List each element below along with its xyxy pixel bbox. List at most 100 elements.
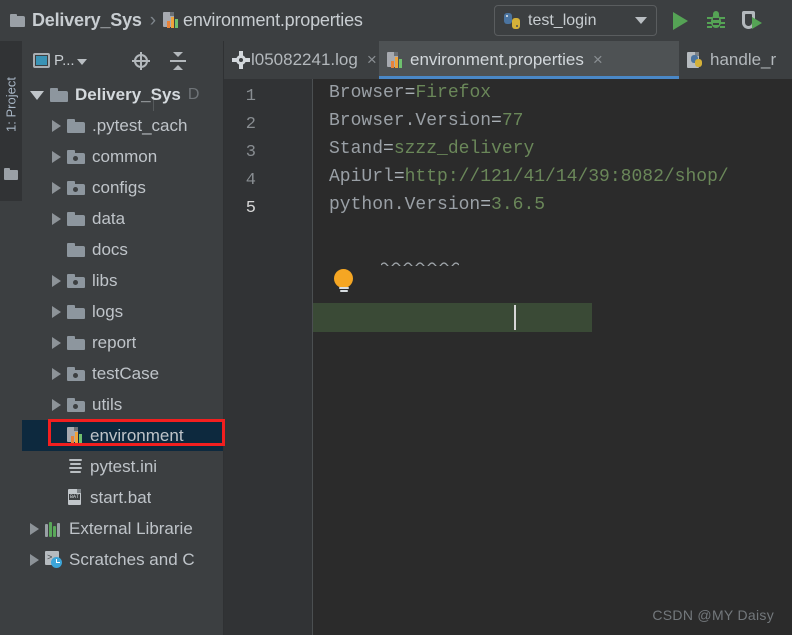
tree-item-delivery-sys[interactable]: Delivery_Sys D [22, 79, 224, 110]
tool-window-strip: 1: Project [0, 41, 22, 635]
ini-file-icon [67, 458, 84, 475]
editor-tab-l05082241-log[interactable]: l05082241.log × [224, 41, 404, 79]
tree-item-start-bat[interactable]: BAT start.bat [22, 482, 224, 513]
chevron-right-icon[interactable] [52, 181, 61, 194]
chevron-right-icon[interactable] [30, 522, 39, 535]
package-folder-icon [67, 149, 85, 164]
project-tree: Delivery_Sys D .pytest_cach common configs da… [22, 79, 224, 635]
breadcrumb-file[interactable]: environment.properties [183, 10, 363, 31]
tree-item-label: docs [92, 239, 128, 259]
tree-item-label: logs [92, 301, 124, 321]
chevron-right-icon[interactable] [52, 367, 61, 380]
tree-item-testcase[interactable]: testCase [22, 358, 224, 389]
chevron-right-icon[interactable] [30, 553, 39, 566]
line-number: 4 [245, 171, 256, 190]
tree-item-utils[interactable]: utils [22, 389, 224, 420]
folder-icon [67, 335, 85, 350]
property-value: Firefox [415, 83, 492, 103]
property-equals: = [491, 111, 502, 131]
tree-item-pytest-cach[interactable]: .pytest_cach [22, 110, 224, 141]
property-key: ApiUrl [329, 167, 394, 187]
property-equals: = [480, 195, 492, 215]
property-equals: = [404, 83, 416, 103]
folder-icon [67, 242, 85, 257]
property-key: Browser.Version [329, 111, 492, 131]
property-equals: = [393, 167, 405, 187]
chevron-down-icon [635, 17, 647, 24]
text-caret [514, 305, 516, 330]
tree-item-libs[interactable]: libs [22, 265, 224, 296]
editor-tab-label: l05082241.log [251, 50, 358, 69]
properties-file-icon [67, 427, 84, 444]
run-configuration-label: test_login [528, 11, 597, 29]
breadcrumb: Delivery_Sys › environment.properties [10, 10, 363, 32]
watermark: CSDN @MY Daisy [652, 607, 774, 623]
tree-item-label: testCase [92, 363, 160, 383]
folder-icon[interactable] [4, 168, 18, 180]
code-editor[interactable]: Browser=Firefox Browser.Version=77 Stand=s… [313, 79, 792, 635]
property-equals: = [383, 139, 394, 159]
debug-button[interactable] [704, 9, 728, 33]
editor-tab-environment-properties[interactable]: environment.properties × [379, 41, 679, 79]
chevron-down-icon[interactable] [30, 91, 44, 100]
tree-item-label: environment [90, 425, 184, 445]
spellcheck-squiggle [381, 262, 459, 266]
chevron-right-icon[interactable] [52, 150, 61, 163]
tree-item-environment[interactable]: environment [22, 420, 224, 451]
tree-item-label: start.bat [90, 487, 152, 507]
lightbulb-icon[interactable] [334, 269, 355, 294]
python-file-icon [687, 51, 704, 69]
tree-item-common[interactable]: common [22, 141, 224, 172]
tree-item-logs[interactable]: logs [22, 296, 224, 327]
pycharm-window: Delivery_Sys › environment.properties te… [0, 0, 792, 635]
folder-icon [67, 304, 85, 319]
property-value: http://121/41/14/39:8082/shop/ [404, 167, 729, 187]
chevron-right-icon[interactable] [52, 274, 61, 287]
code-line: ApiUrl=http://121/41/14/39:8082/shop/ [329, 163, 729, 191]
folder-icon [67, 118, 85, 133]
tree-item-report[interactable]: report [22, 327, 224, 358]
close-icon[interactable]: × [593, 50, 603, 70]
run-configuration-selector[interactable]: test_login [494, 5, 657, 36]
breadcrumb-project[interactable]: Delivery_Sys [32, 10, 142, 31]
main-toolbar: Delivery_Sys › environment.properties te… [0, 0, 792, 41]
project-view-selector[interactable]: P... [33, 52, 87, 69]
tree-item-docs[interactable]: docs [22, 234, 224, 265]
project-panel: P... Delivery_Sys D .pytest_cach common conf… [22, 41, 224, 635]
property-key: Stand [329, 139, 384, 159]
editor-area: l05082241.log × environment.properties × han… [224, 41, 792, 635]
locate-in-tree-icon[interactable] [132, 52, 150, 70]
tree-item-label: pytest.ini [90, 456, 158, 476]
collapse-all-icon[interactable] [169, 52, 187, 70]
property-value: 77 [501, 111, 524, 131]
tree-item-data[interactable]: data [22, 203, 224, 234]
run-with-coverage-button[interactable] [740, 9, 764, 33]
chevron-down-icon [76, 58, 87, 65]
property-value: 3.6.5 [491, 195, 546, 215]
tree-item-label: utils [92, 394, 123, 414]
close-icon[interactable]: × [367, 50, 377, 70]
editor-tab-label: handle_r [710, 50, 777, 69]
editor-tab-handle-r[interactable]: handle_r [679, 41, 791, 79]
property-key: Browser [329, 83, 405, 103]
chevron-right-icon[interactable] [52, 305, 61, 318]
tree-item-configs[interactable]: configs [22, 172, 224, 203]
chevron-right-icon[interactable] [52, 119, 61, 132]
editor-tab-bar: l05082241.log × environment.properties × han… [224, 41, 792, 79]
code-line: Browser.Version=77 [329, 107, 523, 135]
bat-file-icon: BAT [67, 489, 84, 506]
project-tool-window-button[interactable]: 1: Project [4, 50, 19, 160]
property-value: szzz_delivery [393, 139, 535, 159]
tree-item-label: libs [92, 270, 118, 290]
toolbar-actions [668, 9, 764, 33]
tree-item-external-librarie[interactable]: External Librarie [22, 513, 224, 544]
tree-item-label: report [92, 332, 137, 352]
run-button[interactable] [668, 9, 692, 33]
chevron-right-icon[interactable] [52, 336, 61, 349]
tree-item-scratches-and-c[interactable]: > Scratches and C [22, 544, 224, 575]
tree-item-pytest-ini[interactable]: pytest.ini [22, 451, 224, 482]
project-view-icon [33, 52, 50, 68]
chevron-right-icon[interactable] [52, 398, 61, 411]
chevron-right-icon[interactable] [52, 212, 61, 225]
breadcrumb-separator: › [149, 9, 157, 31]
